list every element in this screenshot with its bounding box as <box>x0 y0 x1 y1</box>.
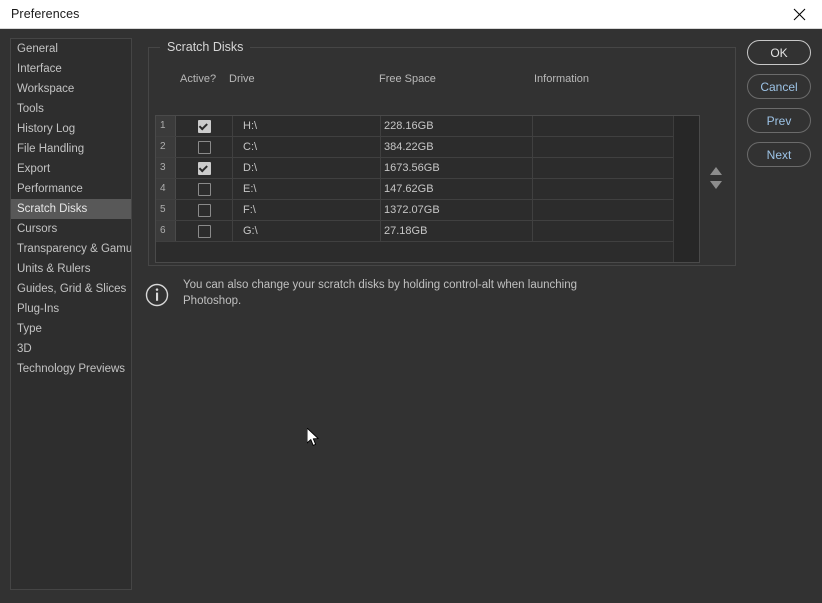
row-free-space: 228.16GB <box>381 116 533 136</box>
table-row[interactable]: 5 F:\ 1372.07GB <box>156 200 674 221</box>
scratch-disk-order-controls[interactable] <box>707 167 725 203</box>
sidebar-item-3d[interactable]: 3D <box>11 339 131 359</box>
row-information <box>533 158 673 178</box>
scratch-disks-table: 1 H:\ 228.16GB 2 C:\ 384.22GB 3 D:\ 1673… <box>155 115 700 263</box>
preferences-category-list[interactable]: General Interface Workspace Tools Histor… <box>10 38 132 590</box>
next-button[interactable]: Next <box>747 142 811 167</box>
close-button[interactable] <box>776 0 822 28</box>
sidebar-item-export[interactable]: Export <box>11 159 131 179</box>
row-free-space: 27.18GB <box>381 221 533 241</box>
sidebar-item-plug-ins[interactable]: Plug-Ins <box>11 299 131 319</box>
table-row[interactable]: 3 D:\ 1673.56GB <box>156 158 674 179</box>
dialog-button-column: OK Cancel Prev Next <box>747 40 811 176</box>
column-header-active: Active? <box>180 73 217 85</box>
sidebar-item-units-rulers[interactable]: Units & Rulers <box>11 259 131 279</box>
column-header-free-space: Free Space <box>379 73 436 85</box>
group-title: Scratch Disks <box>160 40 251 54</box>
active-checkbox[interactable] <box>197 182 211 196</box>
row-number: 1 <box>156 116 176 136</box>
arrow-up-icon[interactable] <box>710 167 722 175</box>
sidebar-item-technology-previews[interactable]: Technology Previews <box>11 359 131 379</box>
row-drive: H:\ <box>233 116 381 136</box>
dialog-body: General Interface Workspace Tools Histor… <box>0 29 822 603</box>
ok-button[interactable]: OK <box>747 40 811 65</box>
active-checkbox[interactable] <box>197 161 211 175</box>
info-icon <box>145 283 169 312</box>
table-header-row: Active? Drive Free Space Information <box>156 73 728 97</box>
active-checkbox[interactable] <box>197 140 211 154</box>
sidebar-item-performance[interactable]: Performance <box>11 179 131 199</box>
row-information <box>533 221 673 241</box>
table-row[interactable]: 4 E:\ 147.62GB <box>156 179 674 200</box>
sidebar-item-scratch-disks[interactable]: Scratch Disks <box>11 199 131 219</box>
arrow-down-icon[interactable] <box>710 181 722 189</box>
row-active-cell <box>176 200 233 220</box>
preferences-dialog: Preferences General Interface Workspace … <box>0 0 822 603</box>
row-drive: F:\ <box>233 200 381 220</box>
row-active-cell <box>176 221 233 241</box>
row-active-cell <box>176 116 233 136</box>
column-header-information: Information <box>534 73 590 85</box>
info-note-text: You can also change your scratch disks b… <box>183 279 578 307</box>
column-header-drive: Drive <box>229 73 255 85</box>
active-checkbox[interactable] <box>197 224 211 238</box>
row-number: 5 <box>156 200 176 220</box>
table-row[interactable]: 1 H:\ 228.16GB <box>156 116 674 137</box>
row-number: 6 <box>156 221 176 241</box>
row-number: 2 <box>156 137 176 157</box>
prev-button[interactable]: Prev <box>747 108 811 133</box>
row-active-cell <box>176 158 233 178</box>
sidebar-item-history-log[interactable]: History Log <box>11 119 131 139</box>
window-title: Preferences <box>11 7 80 21</box>
row-drive: C:\ <box>233 137 381 157</box>
row-information <box>533 200 673 220</box>
sidebar-item-type[interactable]: Type <box>11 319 131 339</box>
table-row[interactable]: 6 G:\ 27.18GB <box>156 221 674 242</box>
row-drive: D:\ <box>233 158 381 178</box>
sidebar-item-interface[interactable]: Interface <box>11 59 131 79</box>
sidebar-item-file-handling[interactable]: File Handling <box>11 139 131 159</box>
sidebar-item-workspace[interactable]: Workspace <box>11 79 131 99</box>
row-free-space: 1673.56GB <box>381 158 533 178</box>
table-row[interactable]: 2 C:\ 384.22GB <box>156 137 674 158</box>
row-drive: E:\ <box>233 179 381 199</box>
row-active-cell <box>176 137 233 157</box>
sidebar-item-general[interactable]: General <box>11 39 131 59</box>
title-bar: Preferences <box>0 0 822 29</box>
table-scrollbar[interactable] <box>673 116 699 262</box>
sidebar-item-cursors[interactable]: Cursors <box>11 219 131 239</box>
row-number: 4 <box>156 179 176 199</box>
row-free-space: 1372.07GB <box>381 200 533 220</box>
close-icon <box>793 8 805 20</box>
table-rows: 1 H:\ 228.16GB 2 C:\ 384.22GB 3 D:\ 1673… <box>156 116 674 242</box>
row-free-space: 384.22GB <box>381 137 533 157</box>
row-active-cell <box>176 179 233 199</box>
sidebar-item-transparency-gamut[interactable]: Transparency & Gamut <box>11 239 131 259</box>
row-free-space: 147.62GB <box>381 179 533 199</box>
active-checkbox[interactable] <box>197 203 211 217</box>
row-information <box>533 116 673 136</box>
sidebar-item-guides-grid-slices[interactable]: Guides, Grid & Slices <box>11 279 131 299</box>
active-checkbox[interactable] <box>197 119 211 133</box>
row-number: 3 <box>156 158 176 178</box>
row-information <box>533 179 673 199</box>
row-drive: G:\ <box>233 221 381 241</box>
sidebar-item-tools[interactable]: Tools <box>11 99 131 119</box>
cancel-button[interactable]: Cancel <box>747 74 811 99</box>
row-information <box>533 137 673 157</box>
